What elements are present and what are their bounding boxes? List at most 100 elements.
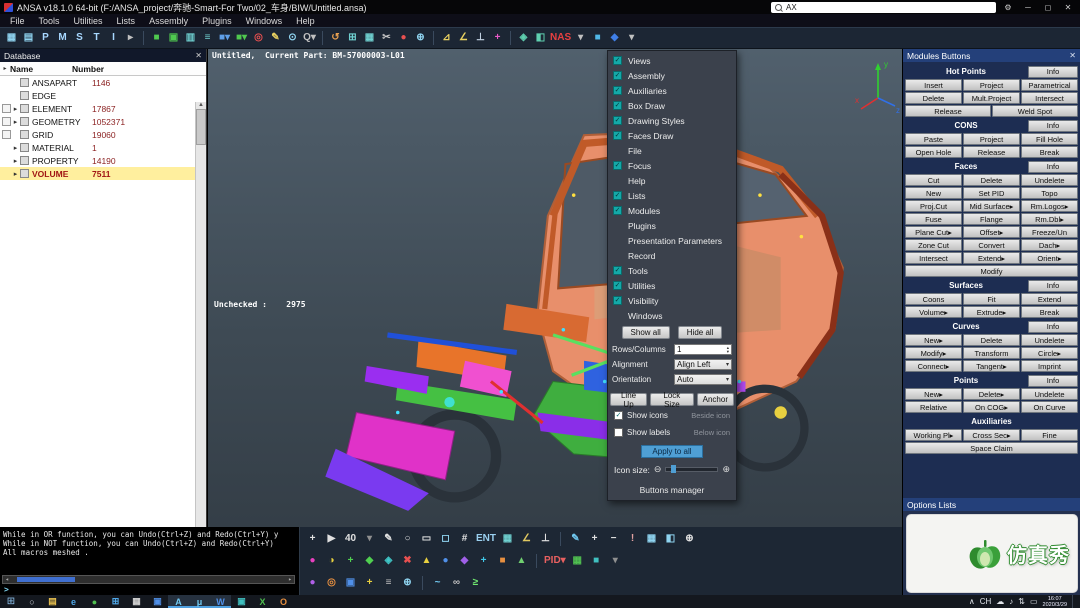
sort-icon[interactable]: ▸ <box>0 65 10 72</box>
nodes-icon[interactable]: ◈ <box>516 30 531 46</box>
module-button[interactable]: Imprint <box>1021 360 1078 372</box>
table-row[interactable]: ▸ GRID 19060 <box>0 128 206 141</box>
undo-icon[interactable]: ↺ <box>328 30 343 46</box>
cube-blue-icon[interactable]: ▣ <box>343 575 358 591</box>
check-icon[interactable] <box>613 71 622 80</box>
powerpoint-icon[interactable]: O <box>273 595 294 608</box>
align-icon[interactable]: ⊥ <box>473 30 488 46</box>
checkbox[interactable] <box>614 411 623 420</box>
module-button[interactable]: Rm.Dbl▸ <box>1021 213 1078 225</box>
plus-cyan-icon[interactable]: + <box>476 553 491 569</box>
menu-item[interactable]: Box Draw <box>608 98 736 113</box>
close-icon[interactable]: ✕ <box>195 51 202 60</box>
module-button[interactable]: Tangent▸ <box>963 360 1020 372</box>
module-button[interactable]: New▸ <box>905 334 962 346</box>
module-button[interactable]: Undelete <box>1021 174 1078 186</box>
menu-item[interactable]: Faces Draw <box>608 128 736 143</box>
icon-size-slider[interactable] <box>665 465 719 473</box>
cut-icon[interactable]: ✂ <box>379 30 394 46</box>
green-app-icon[interactable]: ● <box>84 595 105 608</box>
table-row[interactable]: ▸ MATERIAL 1 <box>0 141 206 154</box>
module-button[interactable]: Circle▸ <box>1021 347 1078 359</box>
module-button[interactable]: Intersect <box>1021 92 1078 104</box>
sketch-pencil-icon[interactable]: ✎ <box>568 531 583 547</box>
table-row[interactable]: ▸ EDGE <box>0 89 206 102</box>
volume-menu-icon[interactable]: ■▾ <box>217 30 232 46</box>
meta-icon[interactable]: μ <box>189 595 210 608</box>
apply-to-all-button[interactable]: Apply to all <box>641 445 703 458</box>
info-button[interactable]: Info <box>1028 279 1078 292</box>
nastran-deck-icon[interactable]: NAS <box>550 30 571 46</box>
anchor-target-icon[interactable]: ⊕ <box>682 531 697 547</box>
mesh-green-icon[interactable]: ▦ <box>570 553 585 569</box>
list-icon[interactable]: ≡ <box>200 30 215 46</box>
table-icon[interactable]: ▦ <box>362 30 377 46</box>
expand-arrow-icon[interactable]: ▸ <box>11 118 20 126</box>
row-checkbox[interactable] <box>2 130 11 139</box>
check-icon[interactable] <box>613 191 622 200</box>
shell-icon[interactable]: ◧ <box>533 30 548 46</box>
module-button[interactable]: New <box>905 187 962 199</box>
word-icon[interactable]: W <box>210 595 231 608</box>
group-title[interactable]: Curves <box>905 322 1027 331</box>
grid-add-icon[interactable]: ⊞ <box>345 30 360 46</box>
deck-menu-icon[interactable]: ▾ <box>573 30 588 46</box>
plane-tool-icon[interactable]: ◻ <box>438 531 453 547</box>
module-button[interactable]: Break <box>1021 146 1078 158</box>
module-button[interactable]: Undelete <box>1021 334 1078 346</box>
module-button[interactable]: Break <box>1021 306 1078 318</box>
database-panel-header[interactable]: Database ✕ <box>0 49 206 62</box>
expand-arrow-icon[interactable]: ▸ <box>11 157 20 165</box>
photos-icon[interactable]: ▣ <box>147 595 168 608</box>
check-icon[interactable] <box>613 281 622 290</box>
module-button[interactable]: Offset▸ <box>963 226 1020 238</box>
zoom-in-icon[interactable]: ⊕ <box>722 464 730 475</box>
horizontal-scrollbar[interactable]: ◂ ▸ <box>2 575 295 584</box>
check-icon[interactable] <box>613 86 622 95</box>
group-title[interactable]: Surfaces <box>905 281 1027 290</box>
menu-item[interactable]: Plugins <box>195 16 239 26</box>
warn-icon[interactable]: ! <box>625 531 640 547</box>
perpendicular-icon[interactable]: ⊥ <box>538 531 553 547</box>
menu-item[interactable]: Auxiliaries <box>608 83 736 98</box>
module-button[interactable]: Dach▸ <box>1021 239 1078 251</box>
menu-item[interactable]: Help <box>289 16 322 26</box>
module-button[interactable]: Topo <box>1021 187 1078 199</box>
menu-item[interactable]: Plugins <box>608 218 736 233</box>
separator[interactable] <box>422 575 423 590</box>
notification-center-button[interactable] <box>1072 595 1077 608</box>
module-button[interactable]: Mid Surface▸ <box>963 200 1020 212</box>
point-magenta-icon[interactable]: ● <box>305 553 320 569</box>
check-icon[interactable] <box>613 296 622 305</box>
module-button[interactable]: Proj.Cut <box>905 200 962 212</box>
triangle-green-icon[interactable]: ▲ <box>514 553 529 569</box>
table-row[interactable]: ▸ VOLUME 7511 <box>0 167 206 180</box>
menu-item[interactable]: Tools <box>32 16 67 26</box>
image-app-icon[interactable]: ▣ <box>231 595 252 608</box>
ring-orange-icon[interactable]: ◎ <box>324 575 339 591</box>
file-explorer-icon[interactable]: ▤ <box>42 595 63 608</box>
battery-icon[interactable]: ▭ <box>1030 597 1038 606</box>
module-button[interactable]: Connect▸ <box>905 360 962 372</box>
calculator-icon[interactable]: ▦ <box>126 595 147 608</box>
zoom-out-icon[interactable]: ⊖ <box>654 464 662 475</box>
module-button[interactable]: Orient▸ <box>1021 252 1078 264</box>
half-yellow-icon[interactable]: ◑ <box>324 553 339 569</box>
menu-item[interactable]: Modules <box>608 203 736 218</box>
faces-menu-icon[interactable]: ■▾ <box>234 30 249 46</box>
scroll-left-icon[interactable]: ◂ <box>3 576 11 583</box>
angle-tool-icon[interactable]: ∠ <box>519 531 534 547</box>
module-button[interactable]: Extend▸ <box>963 252 1020 264</box>
windows-layout-icon[interactable]: ▦ <box>4 30 19 46</box>
pid-list-icon[interactable]: P <box>38 30 53 46</box>
group-title[interactable]: Points <box>905 376 1027 385</box>
group-title[interactable]: Auxiliaries <box>905 417 1078 426</box>
module-button[interactable]: On COG▸ <box>963 401 1020 413</box>
module-button[interactable]: Open Hole <box>905 146 962 158</box>
minimize-button[interactable]: ─ <box>1020 3 1036 12</box>
module-button[interactable]: Set PID <box>963 187 1020 199</box>
module-button[interactable]: Rm.Logos▸ <box>1021 200 1078 212</box>
spinner-icons[interactable]: ▴ ▾ <box>727 345 729 354</box>
expand-arrow-icon[interactable]: ▸ <box>11 170 20 178</box>
menu-item[interactable]: Tools <box>608 263 736 278</box>
